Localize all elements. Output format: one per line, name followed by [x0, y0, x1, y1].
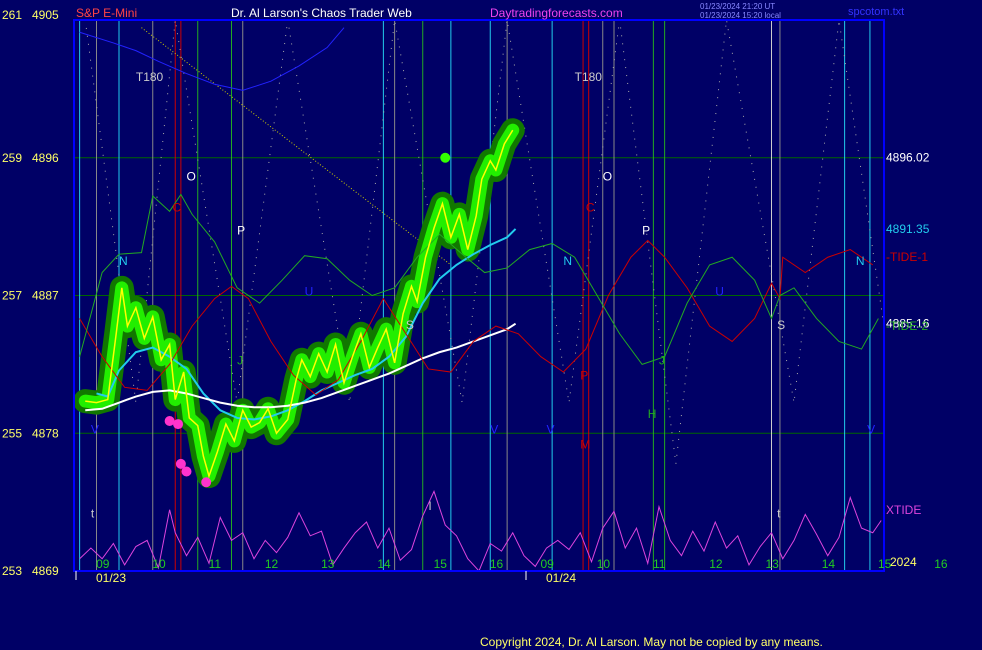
annotation-letter: P: [642, 223, 650, 237]
annotation-letter: N: [119, 254, 128, 268]
header-left-price: 4905: [32, 8, 59, 22]
y-tick-label: 255: [2, 426, 22, 440]
y-tick-label: 253: [2, 564, 22, 578]
annotation-letter: O: [187, 170, 196, 184]
right-axis-label: -TIDE-1: [886, 250, 928, 264]
y-tick-label: 257: [2, 289, 22, 303]
annotation-letter: J: [659, 353, 665, 367]
x-hour-tick: 12: [265, 557, 279, 571]
y-tick-price: 4896: [32, 151, 59, 165]
x-hour-tick: 09: [541, 557, 555, 571]
y-tick-price: 4869: [32, 564, 59, 578]
y-tick-price: 4878: [32, 426, 59, 440]
right-axis-label: XTIDE: [886, 503, 921, 517]
annotation-letter: N: [856, 254, 865, 268]
annotation-letter: T180: [136, 70, 164, 84]
annotation-letter: P: [580, 369, 588, 383]
annotation-letter: V: [867, 422, 875, 436]
x-hour-tick: 12: [709, 557, 723, 571]
instrument-title: S&P E-Mini: [76, 6, 137, 20]
magenta-dot: [173, 419, 184, 430]
annotation-letter: C: [586, 200, 595, 214]
magenta-dot: [181, 466, 192, 477]
right-axis-label: 4891.35: [886, 222, 930, 236]
chart-area: T180 T180OCPNUSJVtINOCPPMHJUStNVVV4896.02…: [0, 0, 982, 650]
annotation-letter: V: [547, 422, 555, 436]
right-axis-label: -TIDE-2: [886, 319, 928, 333]
x-hour-tick: 10: [152, 557, 166, 571]
right-axis-label: 4896.02: [886, 150, 930, 164]
annotation-letter: O: [603, 170, 612, 184]
x-hour-tick: 09: [96, 557, 110, 571]
header-left-label: 261: [2, 8, 22, 22]
copyright-notice: Copyright 2024, Dr. Al Larson. May not b…: [480, 635, 823, 649]
annotation-letter: T180: [575, 70, 603, 84]
annotation-letter: M: [580, 438, 590, 452]
timestamp-ut: 01/23/2024 21:20 UT: [700, 2, 775, 11]
site-title: Dr. Al Larson's Chaos Trader Web: [231, 6, 412, 20]
x-hour-tick: 13: [766, 557, 780, 571]
annotation-letter: N: [563, 254, 572, 268]
annotation-letter: S: [777, 318, 785, 332]
annotation-letter: J: [237, 353, 243, 367]
x-hour-tick: 16: [934, 557, 948, 571]
x-hour-tick: 11: [653, 557, 666, 571]
annotation-letter: V: [490, 422, 498, 436]
x-date-label: 01/23: [96, 571, 126, 585]
x-hour-tick: 13: [321, 557, 335, 571]
x-hour-tick: 15: [434, 557, 448, 571]
annotation-letter: S: [406, 318, 414, 332]
file-name: spcotom.txt: [848, 6, 904, 18]
annotation-letter: P: [237, 223, 245, 237]
x-hour-tick: 16: [490, 557, 504, 571]
x-hour-tick: 10: [597, 557, 611, 571]
annotation-letter: H: [648, 407, 657, 421]
magenta-dot: [201, 477, 212, 488]
annotation-letter: U: [305, 285, 314, 299]
annotation-letter: I: [428, 499, 431, 513]
annotation-letter: C: [172, 200, 181, 214]
timestamp-local: 01/23/2024 15:20 local: [700, 11, 781, 20]
x-hour-tick: 14: [822, 557, 836, 571]
y-tick-label: 259: [2, 151, 22, 165]
x-date-label: 01/24: [546, 571, 576, 585]
annotation-letter: U: [715, 285, 724, 299]
site-url[interactable]: Daytradingforecasts.com: [490, 6, 623, 20]
x-hour-tick: 11: [209, 557, 222, 571]
x-hour-tick: 14: [377, 557, 391, 571]
green-dot: [440, 152, 451, 163]
year-label: 2024: [890, 555, 917, 569]
annotation-letter: V: [91, 422, 99, 436]
y-tick-price: 4887: [32, 289, 59, 303]
